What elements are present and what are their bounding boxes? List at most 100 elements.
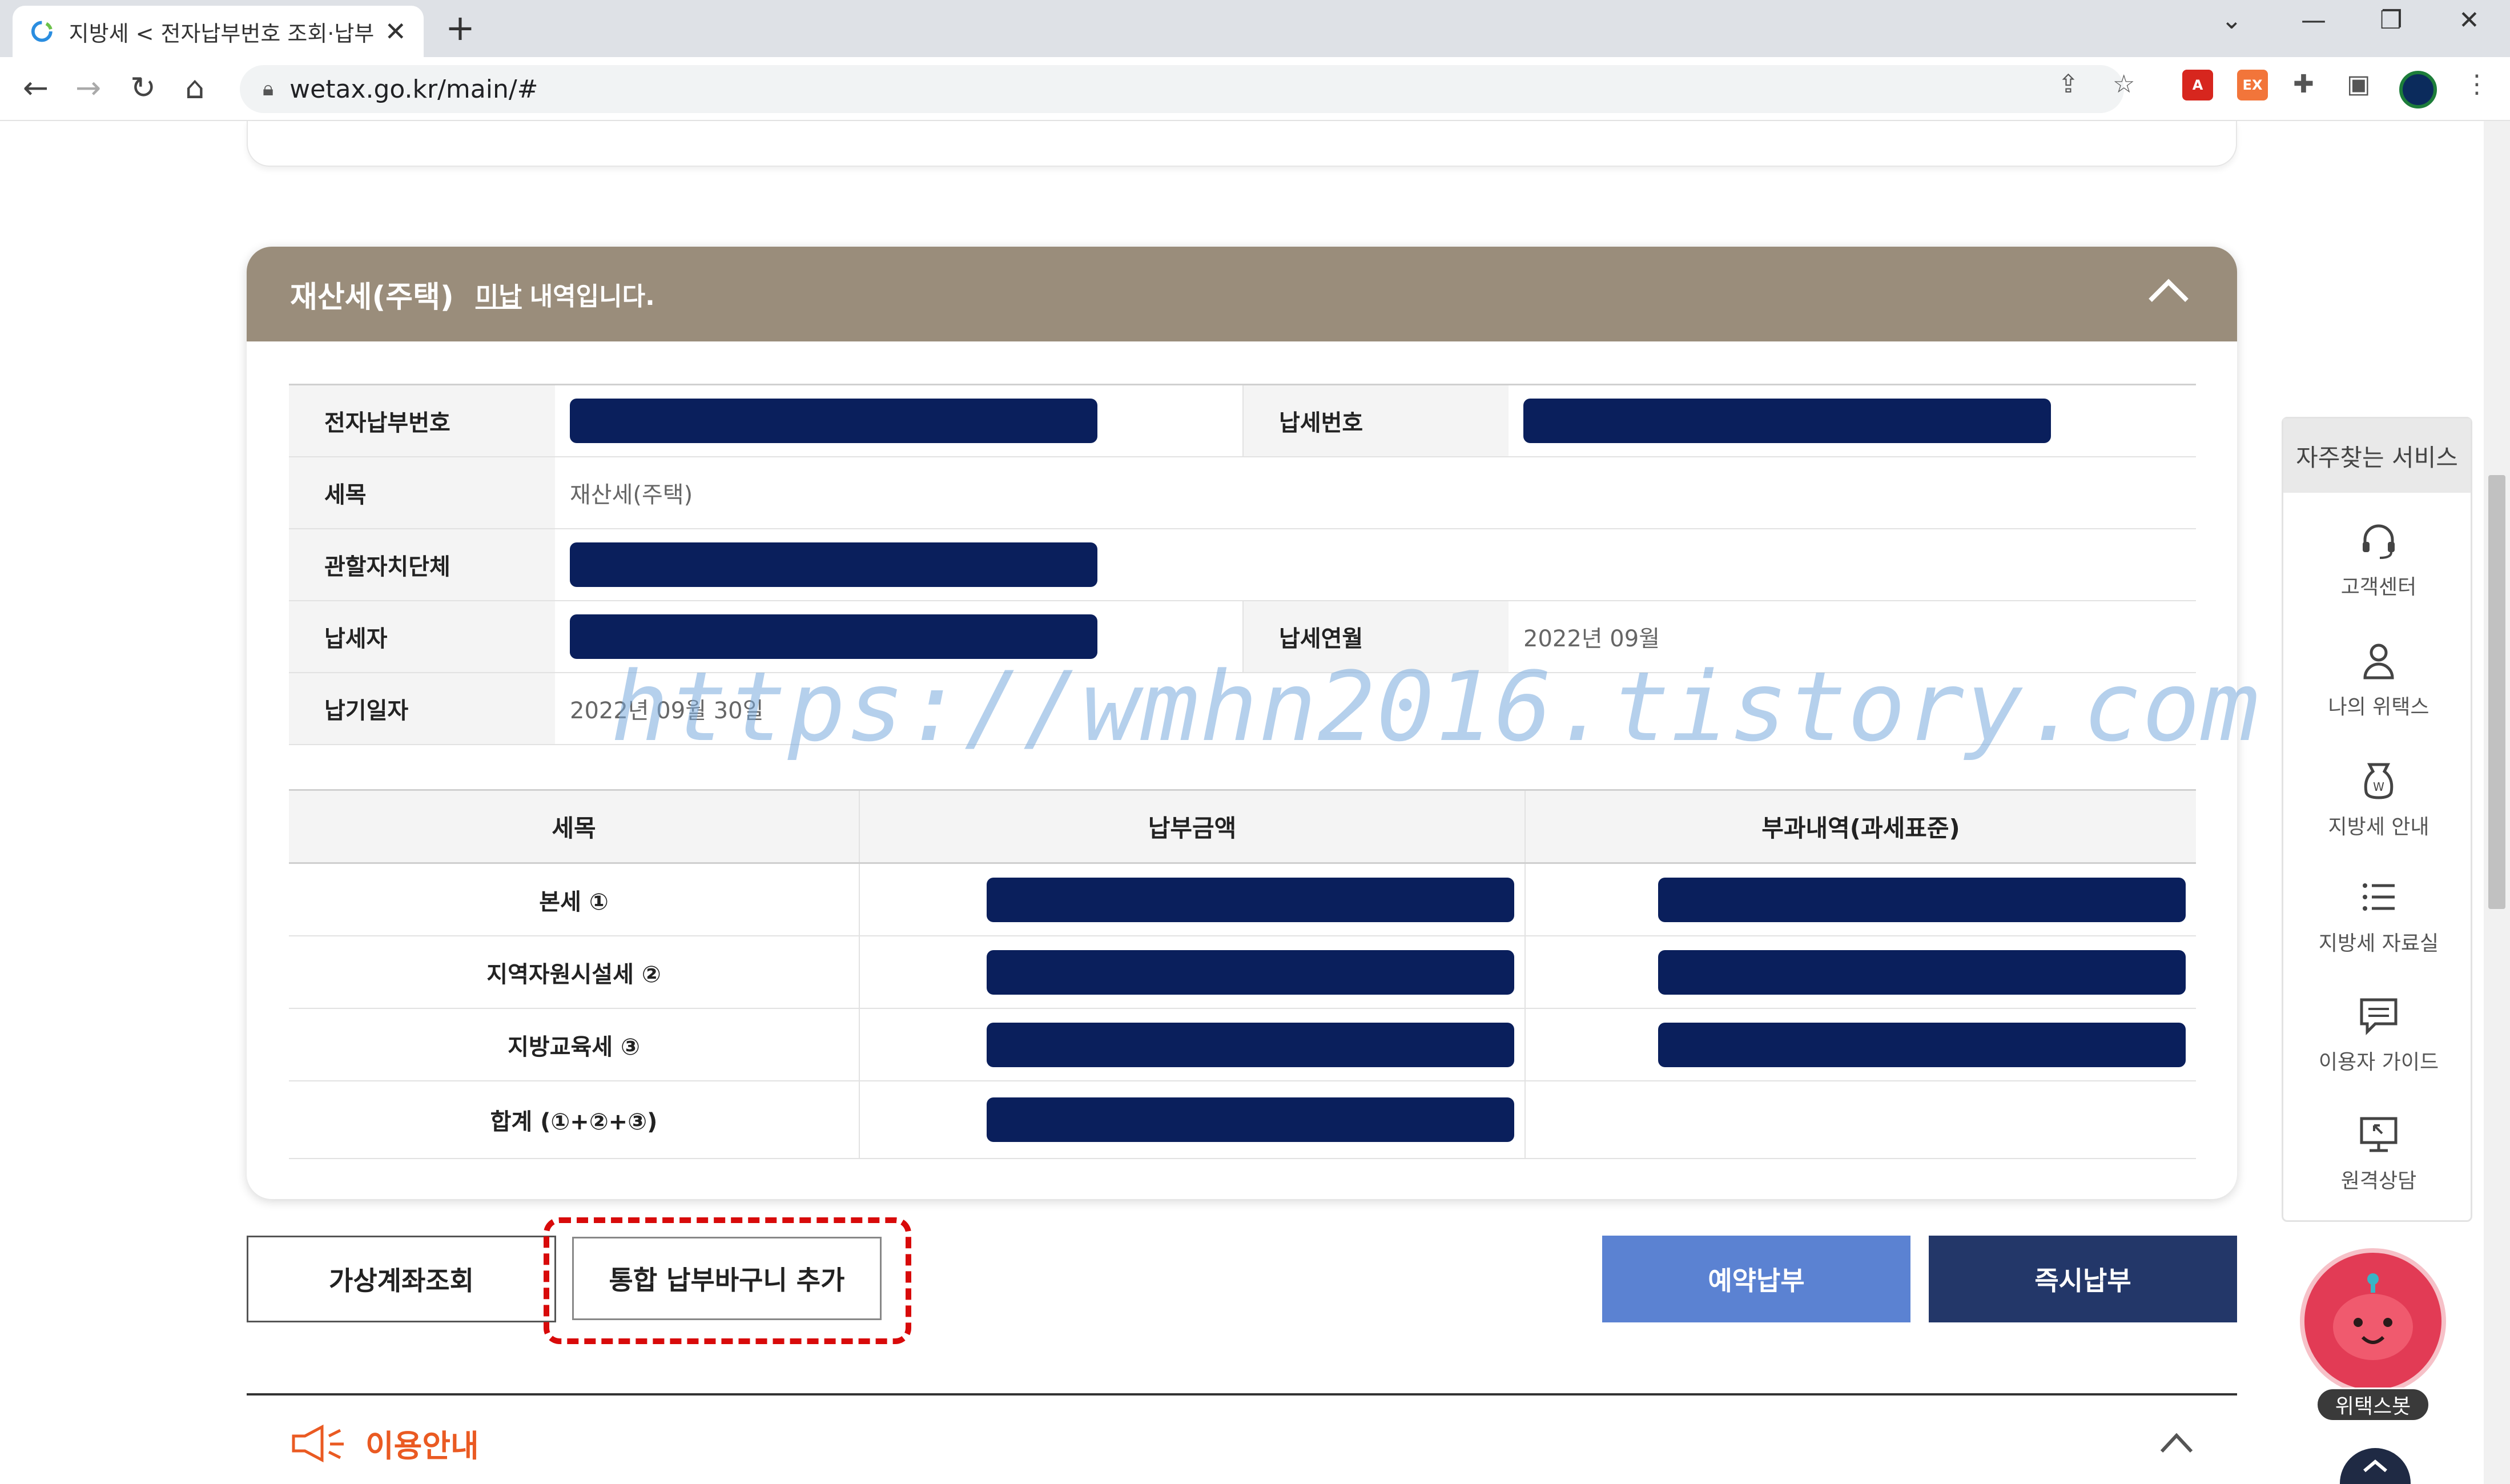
- jurisdiction-value: [555, 529, 2196, 600]
- window-close-icon[interactable]: ✕: [2459, 6, 2480, 35]
- restore-icon[interactable]: ❐: [2380, 6, 2402, 35]
- card-header[interactable]: 재산세(주택) 미납 내역입니다.: [247, 247, 2237, 341]
- card-title: 재산세(주택): [290, 280, 454, 315]
- tab-title: 지방세 < 전자납부번호 조회·납부: [69, 21, 375, 46]
- watermark-text: https://wmhn2016.tistory.com: [611, 651, 2260, 763]
- quick-item-tax-guide[interactable]: W 지방세 안내: [2283, 759, 2474, 840]
- instant-payment-button[interactable]: 즉시납부: [1929, 1236, 2237, 1322]
- table-row: 본세 ①: [289, 864, 2196, 936]
- svg-text:W: W: [2373, 780, 2384, 794]
- previous-card-bottom: [247, 121, 2237, 167]
- minimize-icon[interactable]: —: [2301, 6, 2326, 35]
- quick-item-label: 원격상담: [2340, 1169, 2417, 1193]
- header-assessment: 부과내역(과세표준): [1761, 814, 1960, 842]
- tax-guide-icon: W: [2364, 763, 2394, 799]
- reload-icon[interactable]: ↻: [130, 70, 156, 106]
- table-row: 전자납부번호 납세번호: [289, 385, 2196, 457]
- chatbot-label: 위택스봇: [2316, 1388, 2430, 1422]
- usage-guide-label: 이용안내: [365, 1428, 479, 1464]
- table-header-row: 세목 납부금액 부과내역(과세표준): [289, 791, 2196, 864]
- redaction-bar: [1658, 877, 2186, 922]
- page-scrollbar[interactable]: [2484, 121, 2510, 1484]
- e-payment-no-value: [555, 385, 1242, 456]
- share-icon[interactable]: ⇪: [2058, 70, 2079, 99]
- redaction-bar: [570, 542, 1097, 587]
- extensions-puzzle-icon[interactable]: ✚: [2293, 70, 2314, 99]
- redaction-bar: [987, 877, 1514, 922]
- browser-toolbar: ← → ↻ ⌂ 🔒︎ wetax.go.kr/main/# ⇪ ☆ A EX ✚…: [0, 57, 2510, 121]
- table-row: 관할자치단체: [289, 529, 2196, 601]
- tax-item-value: 재산세(주택): [570, 482, 693, 508]
- quick-item-label: 나의 위택스: [2328, 695, 2429, 719]
- table-row: 지방교육세 ③: [289, 1009, 2196, 1081]
- quick-item-label: 지방세 안내: [2328, 815, 2429, 839]
- row-label: 지방교육세 ③: [289, 1009, 860, 1080]
- quick-item-my-wetax[interactable]: 나의 위택스: [2283, 639, 2474, 720]
- forward-icon[interactable]: →: [75, 70, 101, 106]
- monitor-icon: [2360, 1117, 2398, 1152]
- quick-services-title: 자주찾는 서비스: [2283, 419, 2471, 493]
- row-label: 합계 (①+②+③): [289, 1081, 860, 1158]
- chevron-up-icon: [2363, 1459, 2387, 1473]
- redaction-bar: [1523, 399, 2051, 443]
- table-row: 합계 (①+②+③): [289, 1081, 2196, 1159]
- scroll-top-button[interactable]: [2340, 1448, 2411, 1484]
- redaction-bar: [570, 399, 1097, 443]
- menu-icon[interactable]: ⋮: [2464, 70, 2489, 99]
- tab-close-icon[interactable]: ✕: [384, 16, 407, 47]
- browser-tab[interactable]: 지방세 < 전자납부번호 조회·납부 ✕: [13, 6, 424, 57]
- quick-item-label: 이용자 가이드: [2318, 1051, 2439, 1074]
- redaction-bar: [987, 950, 1514, 995]
- quick-item-remote-consult[interactable]: 원격상담: [2283, 1113, 2474, 1194]
- redaction-bar: [1658, 950, 2186, 995]
- due-date-label: 납기일자: [289, 673, 555, 744]
- card-subtitle: 내역입니다.: [529, 282, 655, 311]
- chevron-up-icon[interactable]: [2146, 273, 2191, 307]
- profile-avatar[interactable]: [2399, 71, 2437, 108]
- quick-item-user-guide[interactable]: 이용자 가이드: [2283, 994, 2474, 1075]
- table-row: 지역자원시설세 ②: [289, 936, 2196, 1009]
- redaction-bar: [987, 1022, 1514, 1067]
- wetax-favicon-icon: [31, 21, 53, 42]
- new-tab-icon[interactable]: +: [445, 7, 475, 49]
- row-label: 지역자원시설세 ②: [289, 936, 860, 1008]
- quick-item-label: 지방세 자료실: [2318, 932, 2439, 955]
- redaction-bar: [987, 1097, 1514, 1142]
- redaction-bar: [1658, 1022, 2186, 1067]
- address-bar[interactable]: 🔒︎ wetax.go.kr/main/#: [240, 65, 2124, 113]
- back-icon[interactable]: ←: [23, 70, 49, 106]
- chatbot-button[interactable]: [2300, 1248, 2446, 1394]
- quick-services-panel: 자주찾는 서비스 고객센터 나의 위택스 W 지방세 안내 지방세 자료실 이용…: [2282, 417, 2472, 1222]
- bookmark-star-icon[interactable]: ☆: [2113, 70, 2135, 99]
- home-icon[interactable]: ⌂: [185, 70, 204, 106]
- headset-icon: [2363, 524, 2395, 559]
- reserve-payment-button[interactable]: 예약납부: [1602, 1236, 1910, 1322]
- taxpayer-label: 납세자: [289, 601, 555, 672]
- list-icon: [2363, 883, 2395, 911]
- row-label: 본세 ①: [289, 864, 860, 935]
- megaphone-icon: [292, 1424, 344, 1462]
- ex-extension-icon[interactable]: EX: [2237, 70, 2268, 100]
- header-tax-item: 세목: [289, 791, 860, 862]
- quick-item-tax-library[interactable]: 지방세 자료실: [2283, 875, 2474, 956]
- virtual-account-button[interactable]: 가상계좌조회: [247, 1236, 556, 1322]
- header-amount: 납부금액: [860, 791, 1526, 862]
- person-icon: [2363, 644, 2394, 679]
- url-text: wetax.go.kr/main/#: [289, 74, 538, 104]
- e-payment-no-label: 전자납부번호: [289, 385, 555, 456]
- scrollbar-thumb[interactable]: [2488, 475, 2505, 909]
- chatbot-mascot-icon: [2333, 1273, 2413, 1360]
- usage-guide-header[interactable]: 이용안내: [288, 1421, 479, 1466]
- pdf-extension-icon[interactable]: A: [2182, 70, 2213, 100]
- tax-item-label: 세목: [289, 457, 555, 528]
- jurisdiction-label: 관할자치단체: [289, 529, 555, 600]
- lock-icon: 🔒︎: [263, 77, 274, 100]
- tab-search-icon[interactable]: ⌄: [2221, 6, 2242, 35]
- browser-tab-strip: 지방세 < 전자납부번호 조회·납부 ✕ + ⌄ — ❐ ✕: [0, 0, 2510, 57]
- section-divider: [247, 1393, 2237, 1395]
- chevron-up-icon[interactable]: [2158, 1430, 2195, 1455]
- highlight-box: [544, 1217, 911, 1344]
- side-panel-icon[interactable]: ▣: [2347, 70, 2371, 99]
- quick-item-customer-center[interactable]: 고객센터: [2283, 519, 2474, 600]
- tax-no-label: 납세번호: [1242, 385, 1509, 456]
